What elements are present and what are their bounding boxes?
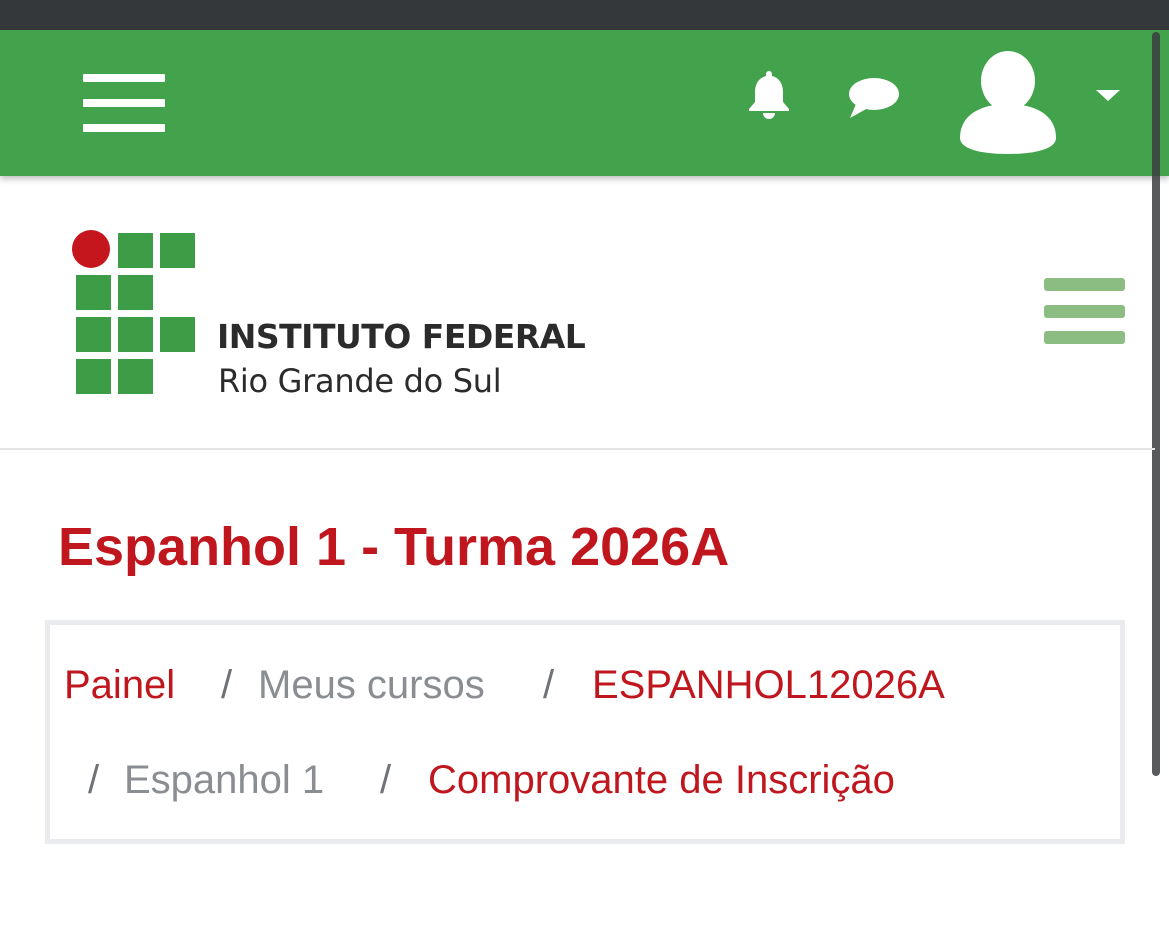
logo-square xyxy=(160,317,195,352)
nav-menu-button[interactable] xyxy=(1044,278,1125,345)
chat-bubble-icon[interactable] xyxy=(846,76,902,120)
logo-square xyxy=(160,233,195,268)
breadcrumb-item-meus-cursos: Meus cursos xyxy=(258,663,485,707)
breadcrumb-item-comprovante[interactable]: Comprovante de Inscrição xyxy=(428,758,895,803)
scrollbar[interactable] xyxy=(1152,32,1160,776)
caret-down-icon xyxy=(1096,90,1120,101)
logo-square xyxy=(76,359,111,394)
breadcrumb-separator: / xyxy=(380,758,392,802)
page-title: Espanhol 1 - Turma 2026A xyxy=(58,517,730,577)
breadcrumb-separator: / xyxy=(543,663,555,707)
breadcrumb-item-espanhol: Espanhol 1 xyxy=(124,758,325,802)
logo-square xyxy=(76,275,111,310)
breadcrumb-item-course-code[interactable]: ESPANHOL12026A xyxy=(592,663,945,708)
logo-square xyxy=(118,233,153,268)
logo-red-dot xyxy=(72,230,110,268)
bell-icon[interactable] xyxy=(744,68,794,120)
logo-square xyxy=(76,317,111,352)
logo-square xyxy=(118,317,153,352)
user-avatar-icon xyxy=(960,51,1056,154)
status-strip xyxy=(0,0,1169,30)
hamburger-icon[interactable] xyxy=(83,74,165,132)
breadcrumb-separator: / xyxy=(88,758,100,802)
logo-square xyxy=(118,275,153,310)
logo-subtitle: Rio Grande do Sul xyxy=(218,362,502,400)
logo-title: INSTITUTO FEDERAL xyxy=(217,317,586,356)
header-divider xyxy=(0,448,1155,450)
user-menu[interactable] xyxy=(956,48,1126,158)
breadcrumb: Painel / Meus cursos / ESPANHOL12026A / … xyxy=(45,620,1125,844)
top-navbar xyxy=(0,30,1169,176)
breadcrumb-separator: / xyxy=(221,663,233,707)
logo-square xyxy=(118,359,153,394)
breadcrumb-item-painel[interactable]: Painel xyxy=(64,663,175,708)
